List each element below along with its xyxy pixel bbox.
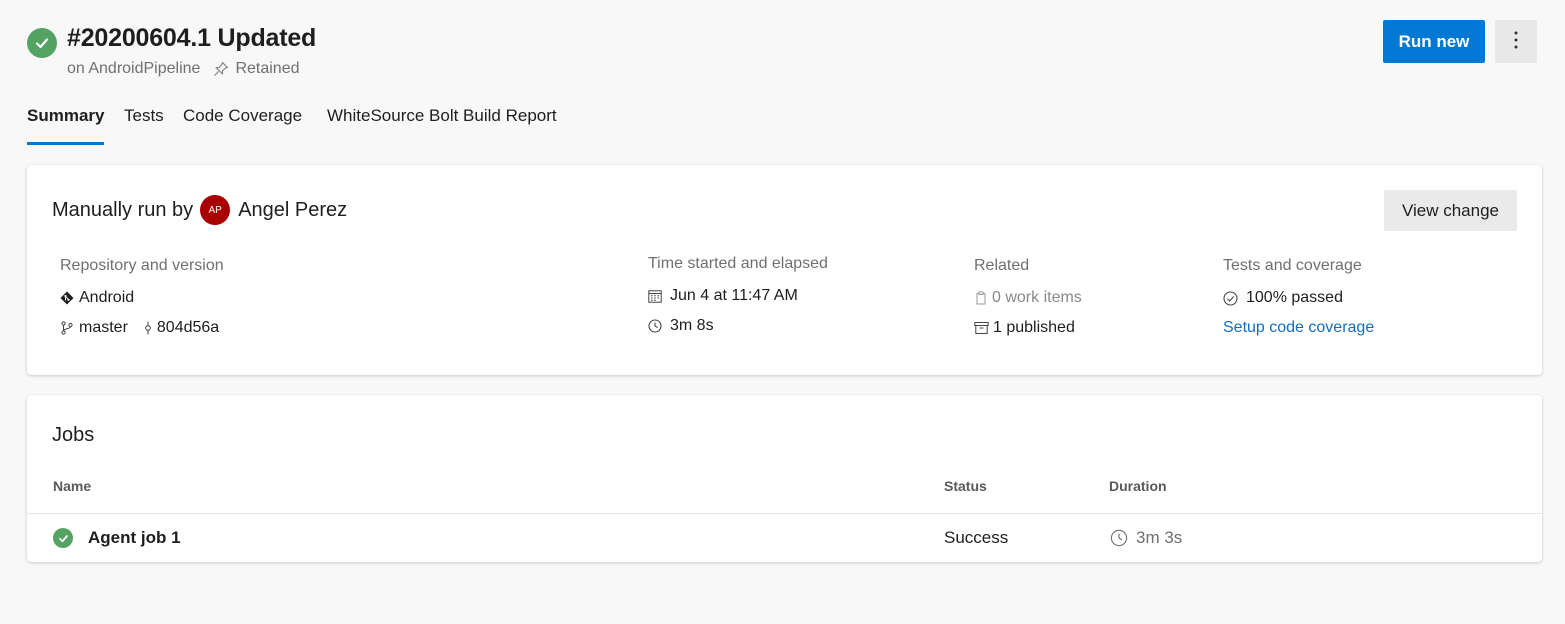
- elapsed-row: 3m 8s: [648, 311, 828, 341]
- clock-icon: [1110, 529, 1128, 547]
- job-duration: 3m 3s: [1110, 528, 1182, 548]
- time-label: Time started and elapsed: [648, 255, 828, 272]
- run-subtitle: on AndroidPipeline Retained: [67, 60, 299, 78]
- started-time: Jun 4 at 11:47 AM: [670, 287, 798, 304]
- git-repo-icon: [60, 291, 74, 305]
- related-label: Related: [974, 257, 1030, 274]
- calendar-icon: [648, 289, 662, 303]
- started-row: Jun 4 at 11:47 AM: [648, 281, 828, 311]
- commit-id[interactable]: 804d56a: [157, 319, 219, 337]
- published-link[interactable]: 1 published: [993, 319, 1075, 337]
- more-options-button[interactable]: [1495, 20, 1537, 63]
- coverage-row: Setup code coverage: [1223, 313, 1374, 343]
- job-name[interactable]: Agent job 1: [88, 528, 181, 548]
- tab-whitesource-report[interactable]: WhiteSource Bolt Build Report: [327, 106, 557, 145]
- commit-icon: [144, 321, 152, 335]
- repository-section: Repository and version Android master 80…: [60, 257, 224, 343]
- user-name[interactable]: Angel Perez: [238, 199, 347, 222]
- tab-tests[interactable]: Tests: [124, 106, 164, 145]
- success-check-icon: [27, 28, 57, 58]
- tests-passed-link[interactable]: 100% passed: [1246, 289, 1343, 307]
- column-header-status: Status: [944, 478, 987, 494]
- version-row: master 804d56a: [60, 313, 224, 343]
- published-row: 1 published: [974, 313, 1082, 343]
- tab-summary[interactable]: Summary: [27, 106, 105, 145]
- run-by-prefix: Manually run by: [52, 198, 194, 221]
- branch-name[interactable]: master: [79, 319, 128, 337]
- more-vertical-icon: [1514, 31, 1518, 52]
- elapsed-time: 3m 8s: [670, 317, 714, 334]
- pin-icon: [213, 61, 229, 77]
- retained-label: Retained: [235, 60, 300, 77]
- run-new-button[interactable]: Run new: [1383, 20, 1485, 63]
- avatar[interactable]: AP: [200, 195, 231, 225]
- work-items-link[interactable]: 0 work items: [992, 289, 1082, 307]
- check-circle-icon: [1223, 290, 1238, 306]
- page-title: #20200604.1 Updated: [67, 24, 317, 52]
- pipeline-name[interactable]: on AndroidPipeline: [67, 60, 200, 78]
- job-duration-value: 3m 3s: [1136, 528, 1183, 547]
- tests-section: Tests and coverage 100% passed Setup cod…: [1223, 257, 1374, 343]
- jobs-card: Jobs Name Status Duration Agent job 1 Su…: [27, 395, 1542, 562]
- tab-code-coverage[interactable]: Code Coverage: [183, 106, 302, 145]
- related-section: Related 0 work items 1 published: [974, 257, 1082, 343]
- column-header-duration: Duration: [1109, 478, 1167, 494]
- setup-coverage-link[interactable]: Setup code coverage: [1223, 319, 1374, 337]
- tests-passed-row: 100% passed: [1223, 283, 1374, 313]
- success-check-icon: [53, 528, 73, 548]
- column-header-name: Name: [53, 478, 92, 494]
- run-by: Manually run by AP Angel Perez: [52, 195, 347, 225]
- time-section: Time started and elapsed Jun 4 at 11:47 …: [648, 255, 828, 341]
- work-items-row: 0 work items: [974, 283, 1082, 313]
- branch-icon: [60, 321, 74, 335]
- view-change-button[interactable]: View change: [1384, 190, 1517, 231]
- table-row[interactable]: Agent job 1 Success 3m 3s: [27, 514, 1542, 562]
- repo-row: Android: [60, 283, 224, 313]
- tests-label: Tests and coverage: [1223, 257, 1362, 274]
- summary-card: Manually run by AP Angel Perez View chan…: [27, 165, 1542, 375]
- work-item-icon: [974, 291, 988, 305]
- clock-icon: [648, 319, 662, 333]
- repository-label: Repository and version: [60, 257, 224, 274]
- repo-name[interactable]: Android: [79, 289, 134, 307]
- artifact-icon: [974, 321, 989, 335]
- job-status: Success: [944, 528, 1009, 547]
- jobs-title: Jobs: [52, 424, 95, 446]
